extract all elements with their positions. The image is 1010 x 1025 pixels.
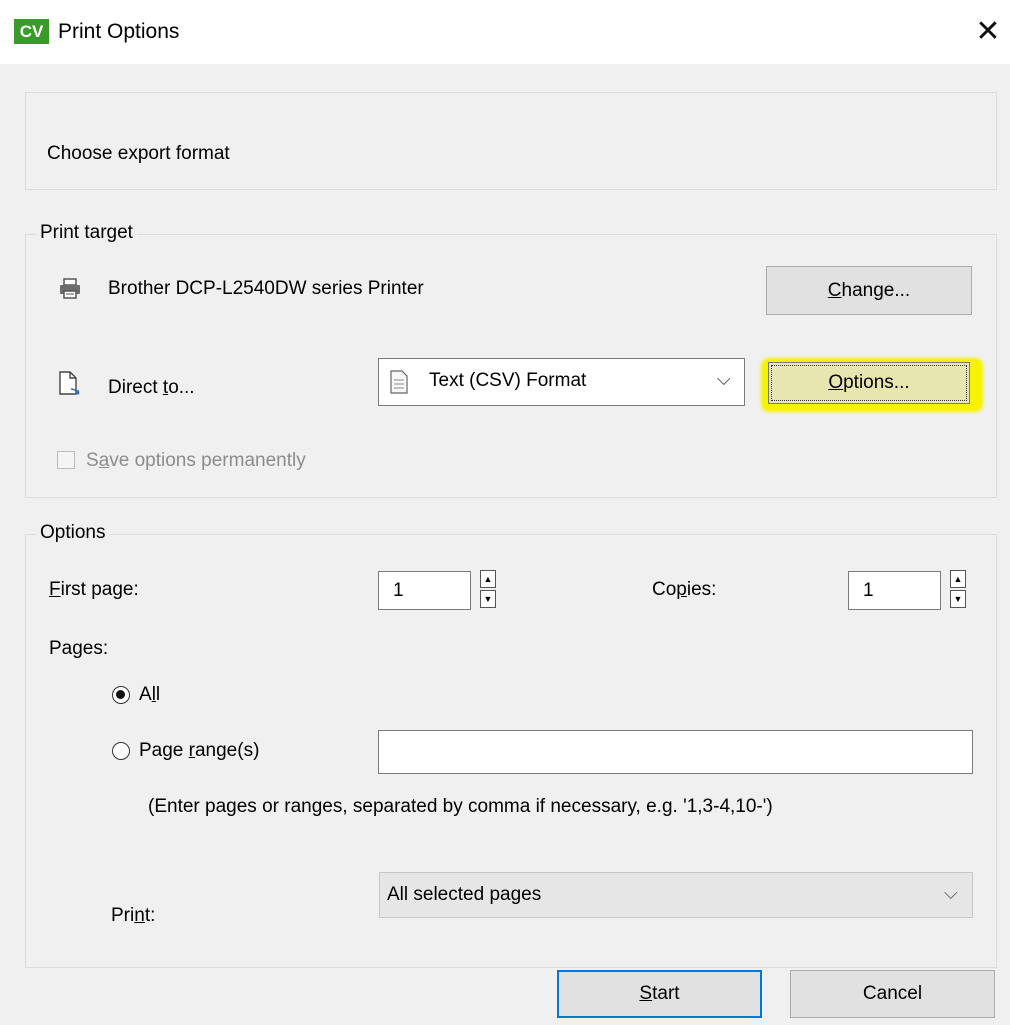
first-page-increment[interactable]: ▲	[480, 570, 496, 588]
print-label: Print:	[111, 905, 156, 926]
export-format-value: Text (CSV) Format	[429, 370, 587, 391]
export-file-icon	[59, 371, 80, 395]
document-icon	[390, 370, 408, 394]
copies-label: Copies:	[652, 579, 717, 600]
pages-label: Pages:	[49, 638, 109, 659]
page-range-label: Page range(s)	[139, 740, 260, 761]
direct-to-label: Direct to...	[108, 377, 195, 398]
printer-name: Brother DCP-L2540DW series Printer	[108, 278, 424, 299]
save-options-label: Save options permanently	[86, 450, 306, 471]
first-page-spinner: ▲ ▼	[480, 570, 496, 609]
copies-spinner: ▲ ▼	[950, 570, 966, 609]
pages-all-label: All	[139, 684, 161, 705]
first-page-input[interactable]: 1	[378, 571, 471, 610]
format-options-button[interactable]: Options...	[768, 362, 970, 404]
change-printer-button[interactable]: Change...	[766, 266, 972, 315]
page-range-hint: (Enter pages or ranges, separated by com…	[148, 796, 773, 817]
copies-input[interactable]: 1	[848, 571, 941, 610]
close-button[interactable]: ✕	[966, 10, 1010, 54]
export-format-heading: Choose export format	[47, 143, 230, 164]
save-options-checkbox[interactable]	[57, 451, 75, 469]
options-group-label: Options	[36, 522, 110, 544]
cancel-button[interactable]: Cancel	[790, 970, 995, 1018]
first-page-decrement[interactable]: ▼	[480, 590, 496, 608]
copies-decrement[interactable]: ▼	[950, 590, 966, 608]
window-title: Print Options	[58, 20, 180, 43]
print-pages-value: All selected pages	[387, 884, 542, 905]
dialog-body: Choose export format Print target Brothe…	[0, 64, 1010, 1025]
first-page-label: First page:	[49, 579, 139, 600]
export-format-panel: Choose export format	[25, 92, 997, 190]
app-logo: CV	[14, 19, 49, 44]
print-target-label: Print target	[36, 222, 137, 244]
copies-increment[interactable]: ▲	[950, 570, 966, 588]
title-bar: CV Print Options ✕	[0, 0, 1010, 64]
export-format-select[interactable]: Text (CSV) Format ⌵	[378, 358, 745, 406]
printer-icon	[60, 278, 80, 299]
pages-all-radio[interactable]	[112, 686, 130, 704]
chevron-down-icon: ⌵	[944, 883, 958, 903]
page-range-input[interactable]	[378, 730, 973, 774]
print-pages-select[interactable]: All selected pages ⌵	[379, 872, 973, 918]
chevron-down-icon: ⌵	[717, 369, 731, 389]
start-button[interactable]: Start	[557, 970, 762, 1018]
page-range-radio[interactable]	[112, 742, 130, 760]
